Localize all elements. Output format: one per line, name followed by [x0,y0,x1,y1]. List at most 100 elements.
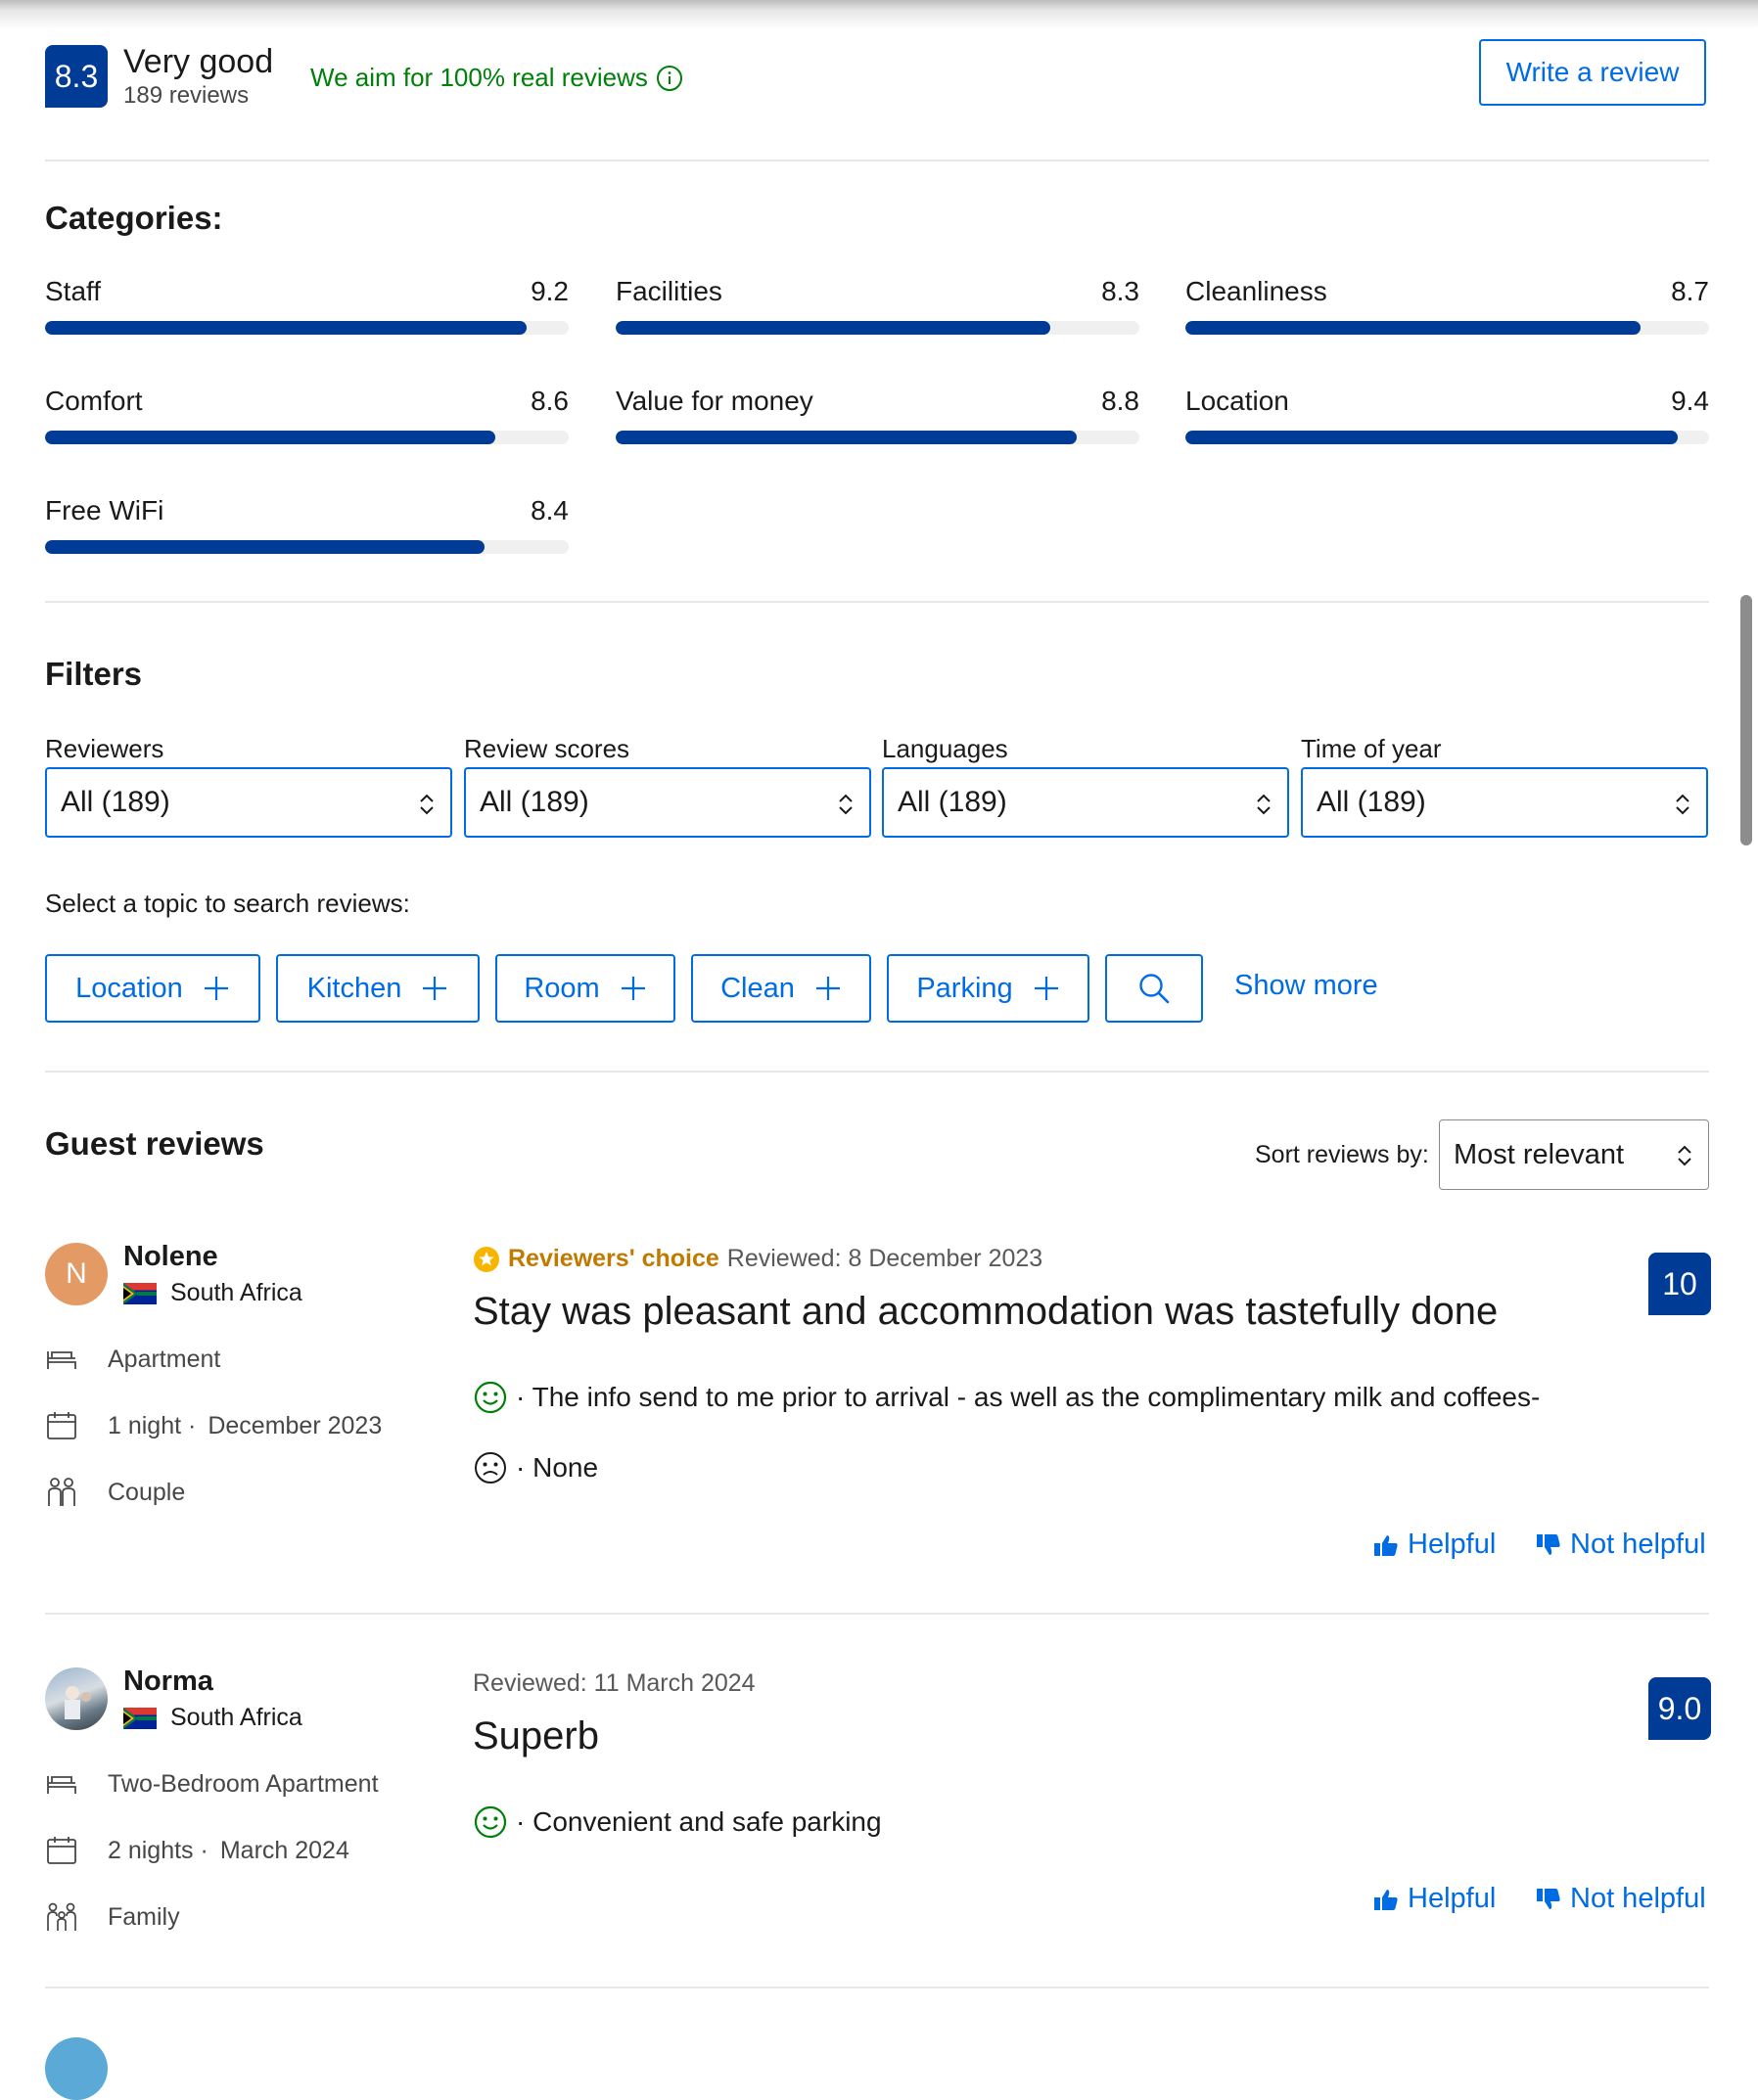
topic-chip-parking[interactable]: Parking [887,954,1089,1023]
filters-title: Filters [45,656,143,692]
review-scores-select[interactable]: All (189) [464,767,871,838]
topic-search-button[interactable] [1105,954,1203,1023]
divider [45,1986,1709,1988]
not-helpful-button[interactable]: Not helpful [1535,1883,1706,1915]
filter-label-reviewers: Reviewers [45,734,164,763]
room-type-label: Apartment [108,1345,221,1373]
category-bar-fill [45,540,486,554]
category-bar [1185,321,1709,335]
write-review-button[interactable]: Write a review [1479,39,1706,106]
liked-text: · Convenient and safe parking [516,1806,882,1837]
avatar [45,2037,108,2100]
traveler-type: Couple [45,1476,185,1509]
reviewers-select[interactable]: All (189) [45,767,452,838]
review-score: 10 [1662,1265,1697,1301]
helpful-button[interactable]: Helpful [1372,1883,1496,1915]
happy-face-icon [474,1805,507,1839]
divider [45,1071,1709,1073]
select-value: All (189) [898,786,1007,818]
room-type-label: Two-Bedroom Apartment [108,1769,379,1798]
divider [45,160,1709,161]
reviewer-name: Nolene [123,1241,218,1272]
liked-text: · The info send to me prior to arrival -… [516,1382,1541,1412]
plus-icon [1034,977,1058,1000]
category-label: Staff [45,276,102,306]
happy-face-icon [474,1381,507,1414]
topic-chip-room[interactable]: Room [495,954,675,1023]
reviewer-country: South Africa [123,1704,302,1732]
review-disliked: · None [473,1450,598,1485]
chevron-up-down-icon [839,794,853,815]
thumbs-down-icon [1537,1533,1560,1555]
category-score: 8.4 [531,495,569,525]
filter-label-review-scores: Review scores [464,734,630,763]
thumbs-up-icon [1374,1889,1398,1910]
languages-select[interactable]: All (189) [882,767,1289,838]
traveler-type-label: Couple [108,1478,186,1506]
not-helpful-button[interactable]: Not helpful [1535,1529,1706,1561]
topic-chip-kitchen[interactable]: Kitchen [276,954,480,1023]
avatar-initial: N [66,1257,87,1290]
chevron-up-down-icon [1678,1145,1691,1166]
select-value: All (189) [61,786,170,818]
sort-reviews-select[interactable]: Most relevant [1439,1119,1709,1190]
category-label: Cleanliness [1185,276,1327,306]
topic-chip-location[interactable]: Location [45,954,260,1023]
stay-date: December 2023 [208,1411,383,1439]
sort-label: Sort reviews by: [1255,1141,1429,1168]
not-helpful-label: Not helpful [1570,1883,1706,1914]
helpful-button[interactable]: Helpful [1372,1529,1496,1561]
category-label: Facilities [616,276,722,306]
time-of-year-select[interactable]: All (189) [1301,767,1708,838]
south-africa-flag-icon [123,1282,157,1304]
review-liked: · Convenient and safe parking [473,1804,882,1840]
select-value: All (189) [1317,786,1426,818]
category-score: 9.4 [1671,386,1709,416]
select-value: All (189) [480,786,589,818]
real-reviews-text: We aim for 100% real reviews [310,63,648,92]
category-score: 8.7 [1671,276,1709,306]
category-bar [45,431,569,444]
info-icon[interactable] [656,65,683,92]
select-value: Most relevant [1454,1138,1625,1170]
guest-reviews-title: Guest reviews [45,1125,264,1162]
category-bar-fill [45,431,496,444]
reviewers-choice-badge: Reviewers' choice [508,1245,719,1272]
chevron-up-down-icon [1257,794,1271,815]
category-label: Location [1185,386,1289,416]
divider [45,1613,1709,1615]
reviewed-date: Reviewed: 8 December 2023 [726,1245,1043,1272]
topic-chip-clean[interactable]: Clean [691,954,871,1023]
chevron-up-down-icon [420,794,434,815]
calendar-icon [47,1837,76,1864]
stay-duration: 2 nights · March 2024 [45,1834,349,1867]
category-bar-fill [45,321,528,335]
traveler-type-label: Family [108,1902,180,1931]
category-label: Value for money [616,386,813,416]
review-meta: Reviewers' choice Reviewed: 8 December 2… [473,1245,1042,1273]
avatar-photo [65,1686,91,1719]
topic-prompt: Select a topic to search reviews: [45,889,410,918]
review-liked: · The info send to me prior to arrival -… [473,1380,1540,1415]
bed-icon [47,1351,76,1369]
category-bar [1185,431,1709,444]
reviewed-date: Reviewed: 11 March 2024 [473,1669,756,1697]
real-reviews-notice[interactable]: We aim for 100% real reviews [310,63,683,93]
avatar: N [45,1243,108,1305]
category-bar-fill [1185,431,1678,444]
stay-nights: 2 nights · [108,1836,208,1864]
topic-chip-label: Location [75,972,183,1004]
overall-score: 8.3 [54,58,99,94]
traveler-type: Family [45,1900,180,1934]
scrollbar-thumb[interactable] [1740,595,1752,845]
review-title: Superb [473,1714,599,1758]
topic-chip-label: Clean [720,972,795,1004]
show-more-topics-link[interactable]: Show more [1234,970,1378,1002]
category-score: 8.6 [531,386,569,416]
thumbs-up-icon [1374,1534,1398,1556]
category-score: 8.8 [1101,386,1139,416]
star-badge-icon [474,1246,499,1272]
room-type: Two-Bedroom Apartment [45,1767,379,1801]
room-type: Apartment [45,1343,220,1376]
helpful-label: Helpful [1408,1883,1497,1914]
